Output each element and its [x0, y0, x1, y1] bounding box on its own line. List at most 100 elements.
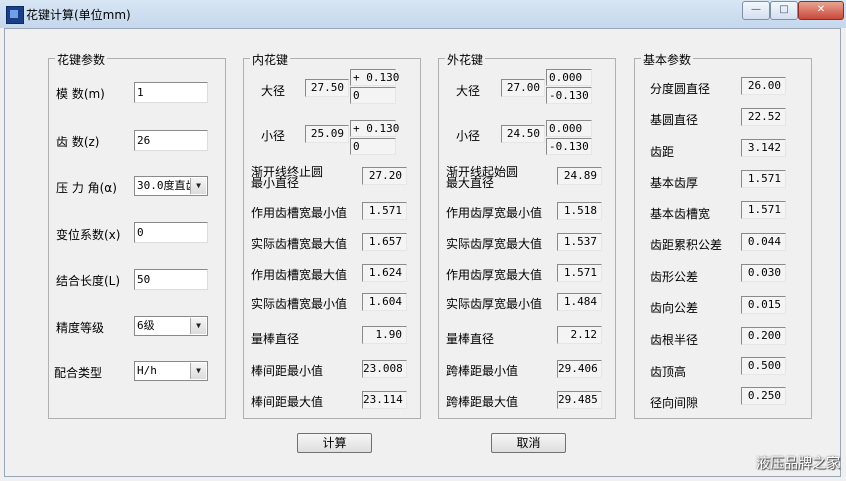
involute-end-label-2: 最小直径	[251, 176, 300, 190]
length-input[interactable]: 50	[134, 269, 208, 290]
window-title: 花键计算(单位mm)	[26, 8, 131, 22]
module-input[interactable]: 1	[134, 82, 208, 103]
internal-eff-min-value: 1.571	[362, 202, 407, 220]
external-eff-max-value: 1.571	[557, 264, 602, 282]
basic-item-value: 0.030	[741, 264, 786, 282]
watermark-text: 液压品牌之家	[756, 456, 840, 472]
involute-end-value: 27.20	[362, 167, 407, 185]
grade-select[interactable]: 6级 ▼	[134, 316, 208, 336]
basic-item-label: 径向间隙	[650, 396, 699, 410]
minimize-button[interactable]: —	[742, 1, 770, 20]
external-major-label: 大径	[456, 84, 481, 98]
pressure-angle-select[interactable]: 30.0度直齿 ▼	[134, 176, 208, 196]
internal-pin-min-label: 棒间距最小值	[251, 364, 324, 378]
shift-coef-input[interactable]: 0	[134, 222, 208, 243]
group-title: 外花键	[445, 51, 486, 68]
basic-item-label: 齿顶高	[650, 365, 687, 379]
external-eff-max-label: 作用齿厚宽最大值	[446, 268, 543, 282]
basic-item-value: 0.250	[741, 387, 786, 405]
app-icon	[6, 6, 24, 24]
external-pin-min-label: 跨棒距最小值	[446, 364, 519, 378]
basic-item-value: 22.52	[741, 108, 786, 126]
internal-pin-max-value: 23.114	[362, 391, 407, 409]
internal-minor-value: 25.09	[305, 125, 349, 143]
internal-pin-dia-value: 1.90	[362, 326, 407, 344]
external-act-min-value: 1.484	[557, 293, 602, 311]
teeth-input[interactable]: 26	[134, 130, 208, 151]
involute-start-value: 24.89	[557, 167, 602, 185]
internal-minor-tol-lower: 0	[350, 138, 396, 155]
chevron-down-icon[interactable]: ▼	[190, 363, 206, 379]
basic-item-label: 基本齿槽宽	[650, 207, 711, 221]
group-title: 内花键	[250, 51, 291, 68]
internal-eff-max-label: 作用齿槽宽最大值	[251, 268, 348, 282]
external-act-max-value: 1.537	[557, 233, 602, 251]
internal-pin-max-label: 棒间距最大值	[251, 395, 324, 409]
basic-item-value: 26.00	[741, 77, 786, 95]
calculate-button[interactable]: 计算	[297, 433, 372, 453]
grade-label: 精度等级	[56, 321, 105, 335]
chevron-down-icon[interactable]: ▼	[190, 178, 206, 194]
basic-item-label: 齿距累积公差	[650, 238, 723, 252]
internal-act-max-label: 实际齿槽宽最大值	[251, 237, 348, 251]
shift-coef-label: 变位系数(x)	[56, 228, 121, 242]
internal-act-min-label: 实际齿槽宽最小值	[251, 297, 348, 311]
internal-act-max-value: 1.657	[362, 233, 407, 251]
internal-major-tol-lower: 0	[350, 87, 396, 104]
basic-item-label: 齿根半径	[650, 333, 699, 347]
internal-act-min-value: 1.604	[362, 293, 407, 311]
external-minor-label: 小径	[456, 129, 481, 143]
external-act-max-label: 实际齿厚宽最大值	[446, 237, 543, 251]
title-bar: 花键计算(单位mm) — □ ✕	[0, 0, 846, 28]
external-minor-value: 24.50	[501, 125, 545, 143]
external-pin-min-value: 29.406	[557, 360, 602, 378]
internal-major-tol-upper: + 0.130	[350, 69, 399, 86]
fit-type-value: H/h	[137, 364, 157, 377]
basic-item-value: 1.571	[741, 201, 786, 219]
internal-major-label: 大径	[261, 84, 286, 98]
external-eff-min-value: 1.518	[557, 202, 602, 220]
basic-item-value: 1.571	[741, 170, 786, 188]
basic-item-value: 0.200	[741, 327, 786, 345]
internal-pin-min-value: 23.008	[362, 360, 407, 378]
internal-pin-dia-label: 量棒直径	[251, 332, 300, 346]
cancel-button[interactable]: 取消	[491, 433, 566, 453]
pressure-angle-label: 压 力 角(α)	[56, 181, 117, 195]
internal-minor-label: 小径	[261, 129, 286, 143]
grade-value: 6级	[137, 319, 155, 332]
external-minor-tol-lower: -0.130	[546, 138, 592, 155]
basic-item-label: 齿距	[650, 145, 675, 159]
length-label: 结合长度(L)	[56, 274, 121, 288]
chevron-down-icon[interactable]: ▼	[190, 318, 206, 334]
external-pin-dia-label: 量棒直径	[446, 332, 495, 346]
involute-start-label-2: 最大直径	[446, 176, 495, 190]
teeth-label: 齿 数(z)	[56, 135, 100, 149]
internal-minor-tol-upper: + 0.130	[350, 120, 399, 137]
external-eff-min-label: 作用齿厚宽最小值	[446, 206, 543, 220]
basic-item-label: 基本齿厚	[650, 176, 699, 190]
maximize-button[interactable]: □	[770, 1, 798, 20]
basic-item-value: 0.015	[741, 296, 786, 314]
external-major-tol-lower: -0.130	[546, 87, 592, 104]
external-major-value: 27.00	[501, 79, 545, 97]
external-pin-dia-value: 2.12	[557, 326, 602, 344]
external-act-min-label: 实际齿厚宽最小值	[446, 297, 543, 311]
external-major-tol-upper: 0.000	[546, 69, 592, 86]
external-pin-max-label: 跨棒距最大值	[446, 395, 519, 409]
internal-eff-min-label: 作用齿槽宽最小值	[251, 206, 348, 220]
fit-type-select[interactable]: H/h ▼	[134, 361, 208, 381]
basic-item-value: 3.142	[741, 139, 786, 157]
close-button[interactable]: ✕	[798, 1, 844, 20]
group-title: 基本参数	[641, 51, 694, 68]
basic-item-label: 基圆直径	[650, 113, 699, 127]
basic-item-label: 齿向公差	[650, 301, 699, 315]
basic-item-label: 分度圆直径	[650, 82, 711, 96]
basic-item-value: 0.044	[741, 233, 786, 251]
module-label: 模 数(m)	[56, 87, 105, 101]
external-pin-max-value: 29.485	[557, 391, 602, 409]
external-minor-tol-upper: 0.000	[546, 120, 592, 137]
basic-item-value: 0.500	[741, 357, 786, 375]
group-title: 花键参数	[55, 51, 108, 68]
internal-major-value: 27.50	[305, 79, 349, 97]
fit-type-label: 配合类型	[54, 366, 103, 380]
